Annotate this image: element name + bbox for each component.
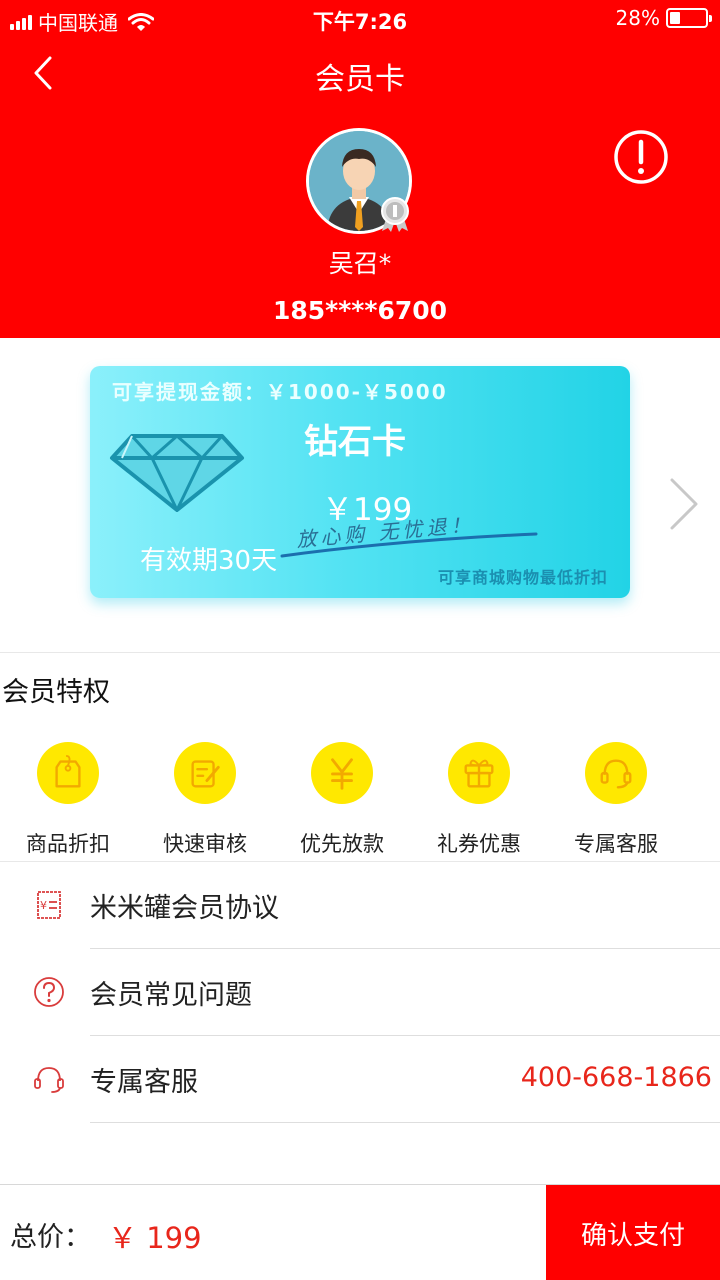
total-price: ￥ 199 xyxy=(108,1221,202,1255)
status-right: 28% xyxy=(615,6,712,30)
gift-icon xyxy=(448,742,510,804)
total-label: 总价： xyxy=(10,1222,91,1253)
privilege-item-discount[interactable]: 商品折扣 xyxy=(13,742,123,858)
privilege-label: 商品折扣 xyxy=(26,832,110,856)
privilege-label: 专属客服 xyxy=(574,832,658,856)
agreement-icon: ¥ xyxy=(37,891,61,919)
header: 中国联通 下午7:26 28% 会员卡 吴召* 185****6700 xyxy=(0,0,720,338)
exclamation-circle-icon[interactable] xyxy=(612,128,670,186)
menu-row-label: 会员常见问题 xyxy=(90,980,252,1011)
user-phone: 185****6700 xyxy=(272,296,448,325)
privilege-item-service[interactable]: 专属客服 xyxy=(561,742,671,858)
question-icon xyxy=(34,977,64,1007)
privileges-title: 会员特权 xyxy=(2,677,110,708)
privilege-label: 优先放款 xyxy=(300,832,384,856)
member-card[interactable]: 可享提现金额：￥1000-￥5000 钻石卡 ￥199 放心购 无忧退！ 有效期… xyxy=(90,366,630,598)
status-time: 下午7:26 xyxy=(312,10,408,34)
diamond-icon xyxy=(110,434,244,512)
chevron-right-icon[interactable] xyxy=(664,474,704,534)
tag-icon xyxy=(37,742,99,804)
card-withdraw-range: 可享提现金额：￥1000-￥5000 xyxy=(112,380,448,404)
privilege-label: 礼券优惠 xyxy=(437,832,521,856)
confirm-pay-button[interactable]: 确认支付 xyxy=(546,1185,720,1280)
privilege-item-priority-loan[interactable]: 优先放款 xyxy=(287,742,397,858)
status-bar: 中国联通 下午7:26 28% xyxy=(0,0,720,38)
headset-icon xyxy=(585,742,647,804)
user-name: 吴召* xyxy=(328,249,392,278)
privilege-item-fast-review[interactable]: 快速审核 xyxy=(150,742,260,858)
page-title: 会员卡 xyxy=(315,62,405,97)
section-divider xyxy=(0,652,720,653)
battery-percent: 28% xyxy=(615,6,660,30)
menu-row-label: 米米罐会员协议 xyxy=(90,893,279,924)
headset-icon xyxy=(34,1067,64,1093)
edit-icon xyxy=(174,742,236,804)
battery-level xyxy=(670,12,680,24)
card-name: 钻石卡 xyxy=(304,422,406,462)
privilege-label: 快速审核 xyxy=(163,832,247,856)
yen-icon xyxy=(311,742,373,804)
medal-badge-icon xyxy=(381,197,409,232)
battery-icon xyxy=(666,8,712,28)
menu-row-agreement[interactable]: ¥ 米米罐会员协议 xyxy=(0,862,720,949)
privilege-item-coupon[interactable]: 礼券优惠 xyxy=(424,742,534,858)
menu-row-faq[interactable]: 会员常见问题 xyxy=(0,949,720,1036)
menu-row-label: 专属客服 xyxy=(90,1067,198,1098)
card-validity: 有效期30天 xyxy=(140,546,278,576)
menu-row-service[interactable]: 专属客服 400-668-1866 xyxy=(0,1036,720,1123)
privileges-list: 商品折扣 快速审核 优先放款 礼券优惠 专属客服 xyxy=(0,742,690,862)
card-note: 可享商城购物最低折扣 xyxy=(437,568,608,587)
checkout-bar: 总价： ￥ 199 确认支付 xyxy=(0,1184,720,1280)
svg-text:¥: ¥ xyxy=(40,899,47,912)
row-divider xyxy=(90,1122,720,1123)
service-phone-link[interactable]: 400-668-1866 xyxy=(521,1062,712,1093)
